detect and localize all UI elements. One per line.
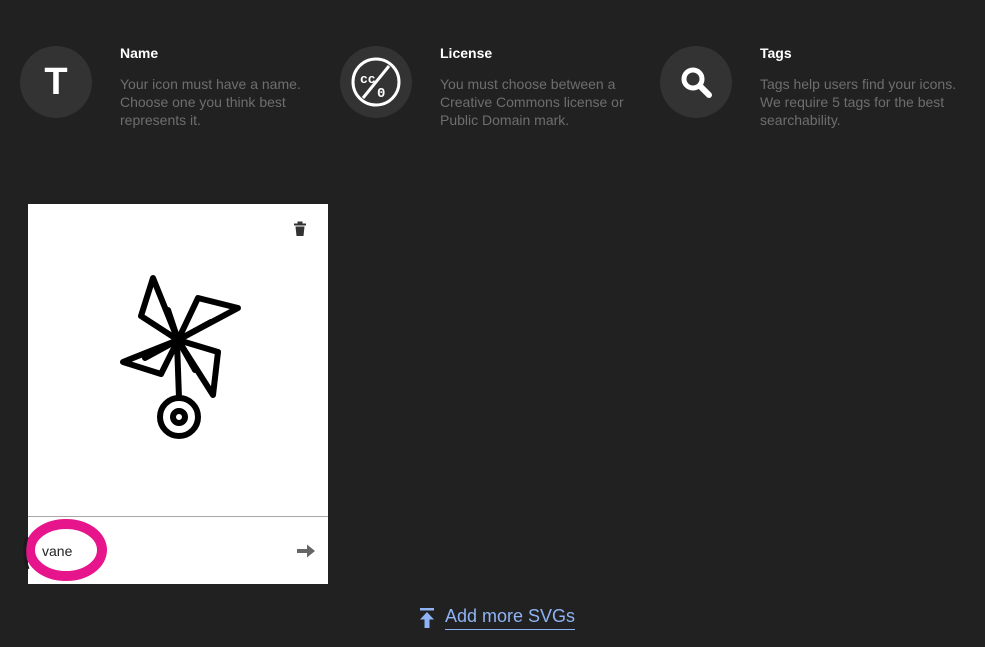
step-tags-description: Tags help users find your icons. We requ… (760, 76, 957, 128)
step-name-circle: T (20, 46, 92, 118)
icon-card (23, 204, 328, 584)
step-name-description: Your icon must have a name. Choose one y… (120, 76, 301, 128)
step-tags-title: Tags (760, 45, 792, 61)
step-tags: Tags Tags help users find your icons. We… (660, 44, 960, 134)
icon-name-input[interactable] (42, 539, 242, 563)
add-more-svgs-button[interactable]: Add more SVGs (419, 604, 576, 632)
pinwheel-icon (120, 275, 241, 439)
step-name-title: Name (120, 45, 159, 61)
icon-card-footer (23, 516, 328, 584)
step-name: T Name Your icon must have a name. Choos… (20, 44, 320, 134)
step-license-description: You must choose between a Creative Commo… (440, 76, 624, 128)
svg-text:0: 0 (377, 86, 385, 102)
trash-icon[interactable] (293, 221, 307, 237)
upload-page: T Name Your icon must have a name. Choos… (0, 0, 985, 647)
step-tags-circle (660, 46, 732, 118)
cc-zero-icon: cc 0 (351, 57, 401, 107)
svg-text:cc: cc (360, 72, 376, 87)
add-more-svgs-label: Add more SVGs (445, 606, 576, 630)
upload-icon (420, 608, 434, 628)
step-license-circle: cc 0 (340, 46, 412, 118)
search-icon (681, 67, 712, 98)
step-license: cc 0 License You must choose between a C… (340, 44, 640, 134)
letter-t-icon: T (44, 61, 68, 103)
step-license-title: License (440, 45, 493, 61)
arrow-right-icon[interactable] (296, 543, 316, 559)
